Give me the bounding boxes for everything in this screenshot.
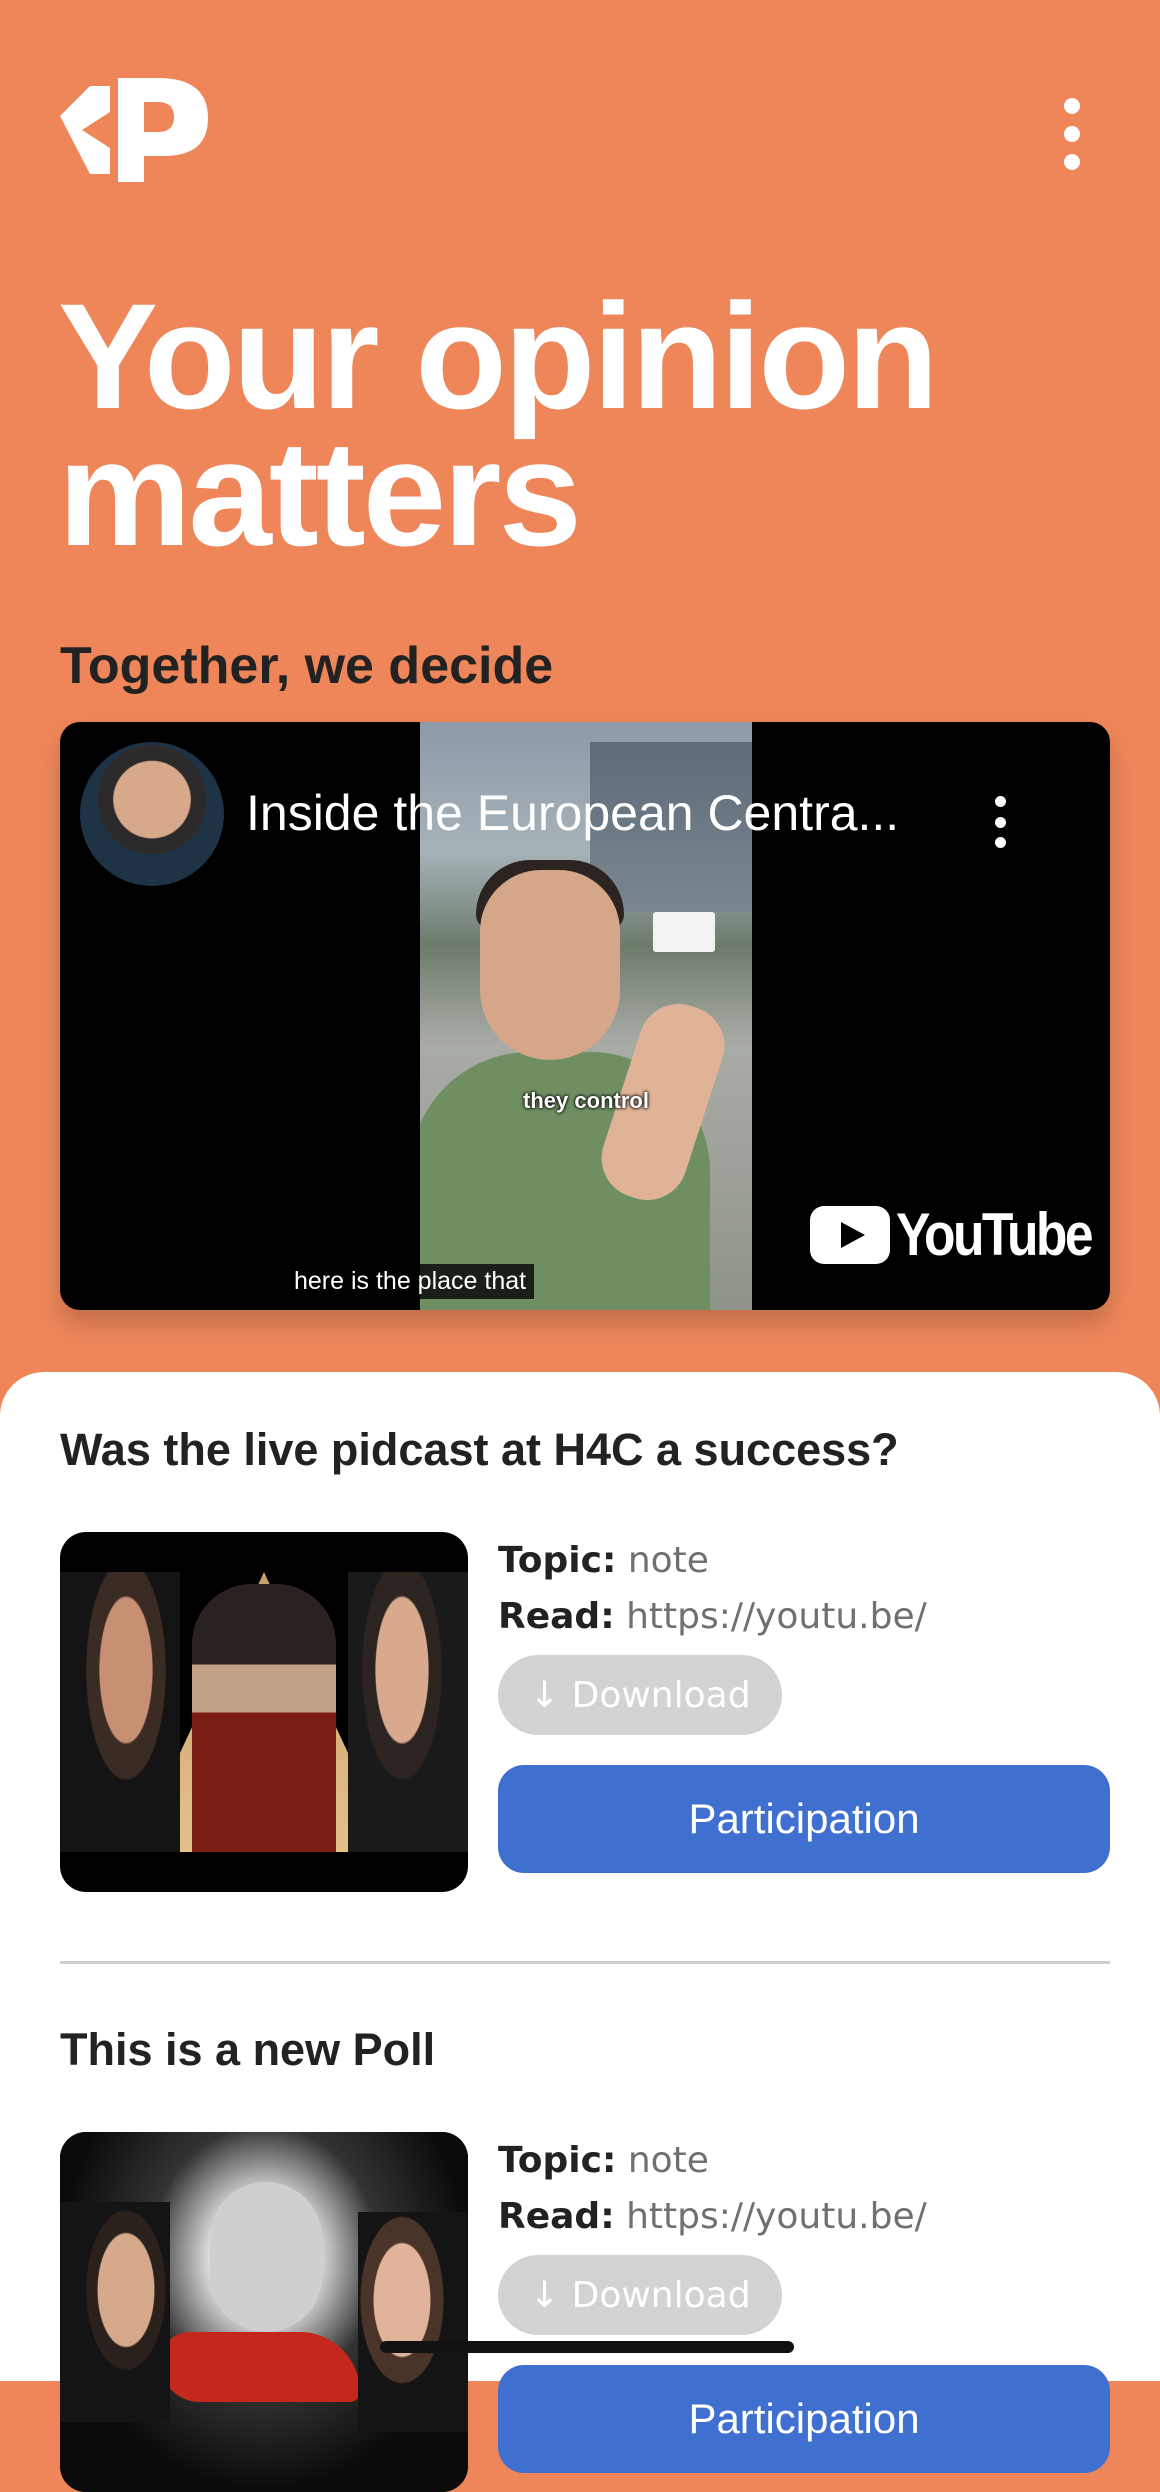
poll-read: Read: https://youtu.be/ (498, 2196, 927, 2237)
more-vertical-icon[interactable] (1055, 98, 1089, 170)
poll-thumbnail[interactable] (60, 2132, 468, 2492)
video-title[interactable]: Inside the European Centra... (246, 784, 899, 842)
header-area: Your opinion matters Together, we decide… (0, 0, 1160, 1400)
read-label: Read: (498, 1596, 615, 1637)
brand-logo-icon[interactable] (60, 78, 208, 182)
download-label: Download (571, 2274, 751, 2316)
read-link[interactable]: https://youtu.be/ (626, 1596, 927, 1637)
poll-title: This is a new Poll (60, 2024, 436, 2075)
video-more-icon[interactable] (990, 796, 1010, 848)
video-burned-caption: they control (523, 1088, 649, 1113)
channel-avatar[interactable] (80, 742, 224, 886)
read-label: Read: (498, 2196, 615, 2237)
topic-value: note (627, 1540, 709, 1581)
youtube-play-icon (810, 1205, 890, 1264)
download-arrow-icon: ↓ (529, 2274, 560, 2316)
download-button[interactable]: ↓ Download (498, 2255, 782, 2335)
topic-label: Topic: (498, 2140, 617, 2181)
participation-button[interactable]: Participation (498, 1765, 1110, 1873)
poll-title: Was the live pidcast at H4C a success? (60, 1424, 899, 1475)
poll-topic: Topic: note (498, 2140, 709, 2181)
download-label: Download (571, 1674, 751, 1716)
page-title: Your opinion matters (58, 272, 939, 577)
download-button[interactable]: ↓ Download (498, 1655, 782, 1735)
tagline: Together, we decide (60, 637, 554, 695)
participation-button[interactable]: Participation (498, 2365, 1110, 2473)
read-link[interactable]: https://youtu.be/ (626, 2196, 927, 2237)
youtube-logo[interactable]: YouTube (810, 1200, 1110, 1269)
poll-read: Read: https://youtu.be/ (498, 1596, 927, 1637)
divider (60, 1961, 1110, 1964)
topic-value: note (627, 2140, 709, 2181)
poll-thumbnail[interactable] (60, 1532, 468, 1892)
download-arrow-icon: ↓ (529, 1674, 560, 1716)
video-subtitle: here is the place that (286, 1264, 535, 1299)
poll-list: Was the live pidcast at H4C a success? T… (0, 1372, 1160, 2492)
youtube-wordmark: YouTube (896, 1201, 1094, 1268)
video-player[interactable]: they control Inside the European Centra.… (60, 722, 1110, 1310)
poll-topic: Topic: note (498, 1540, 709, 1581)
topic-label: Topic: (498, 1540, 617, 1581)
home-indicator[interactable] (380, 2341, 794, 2353)
